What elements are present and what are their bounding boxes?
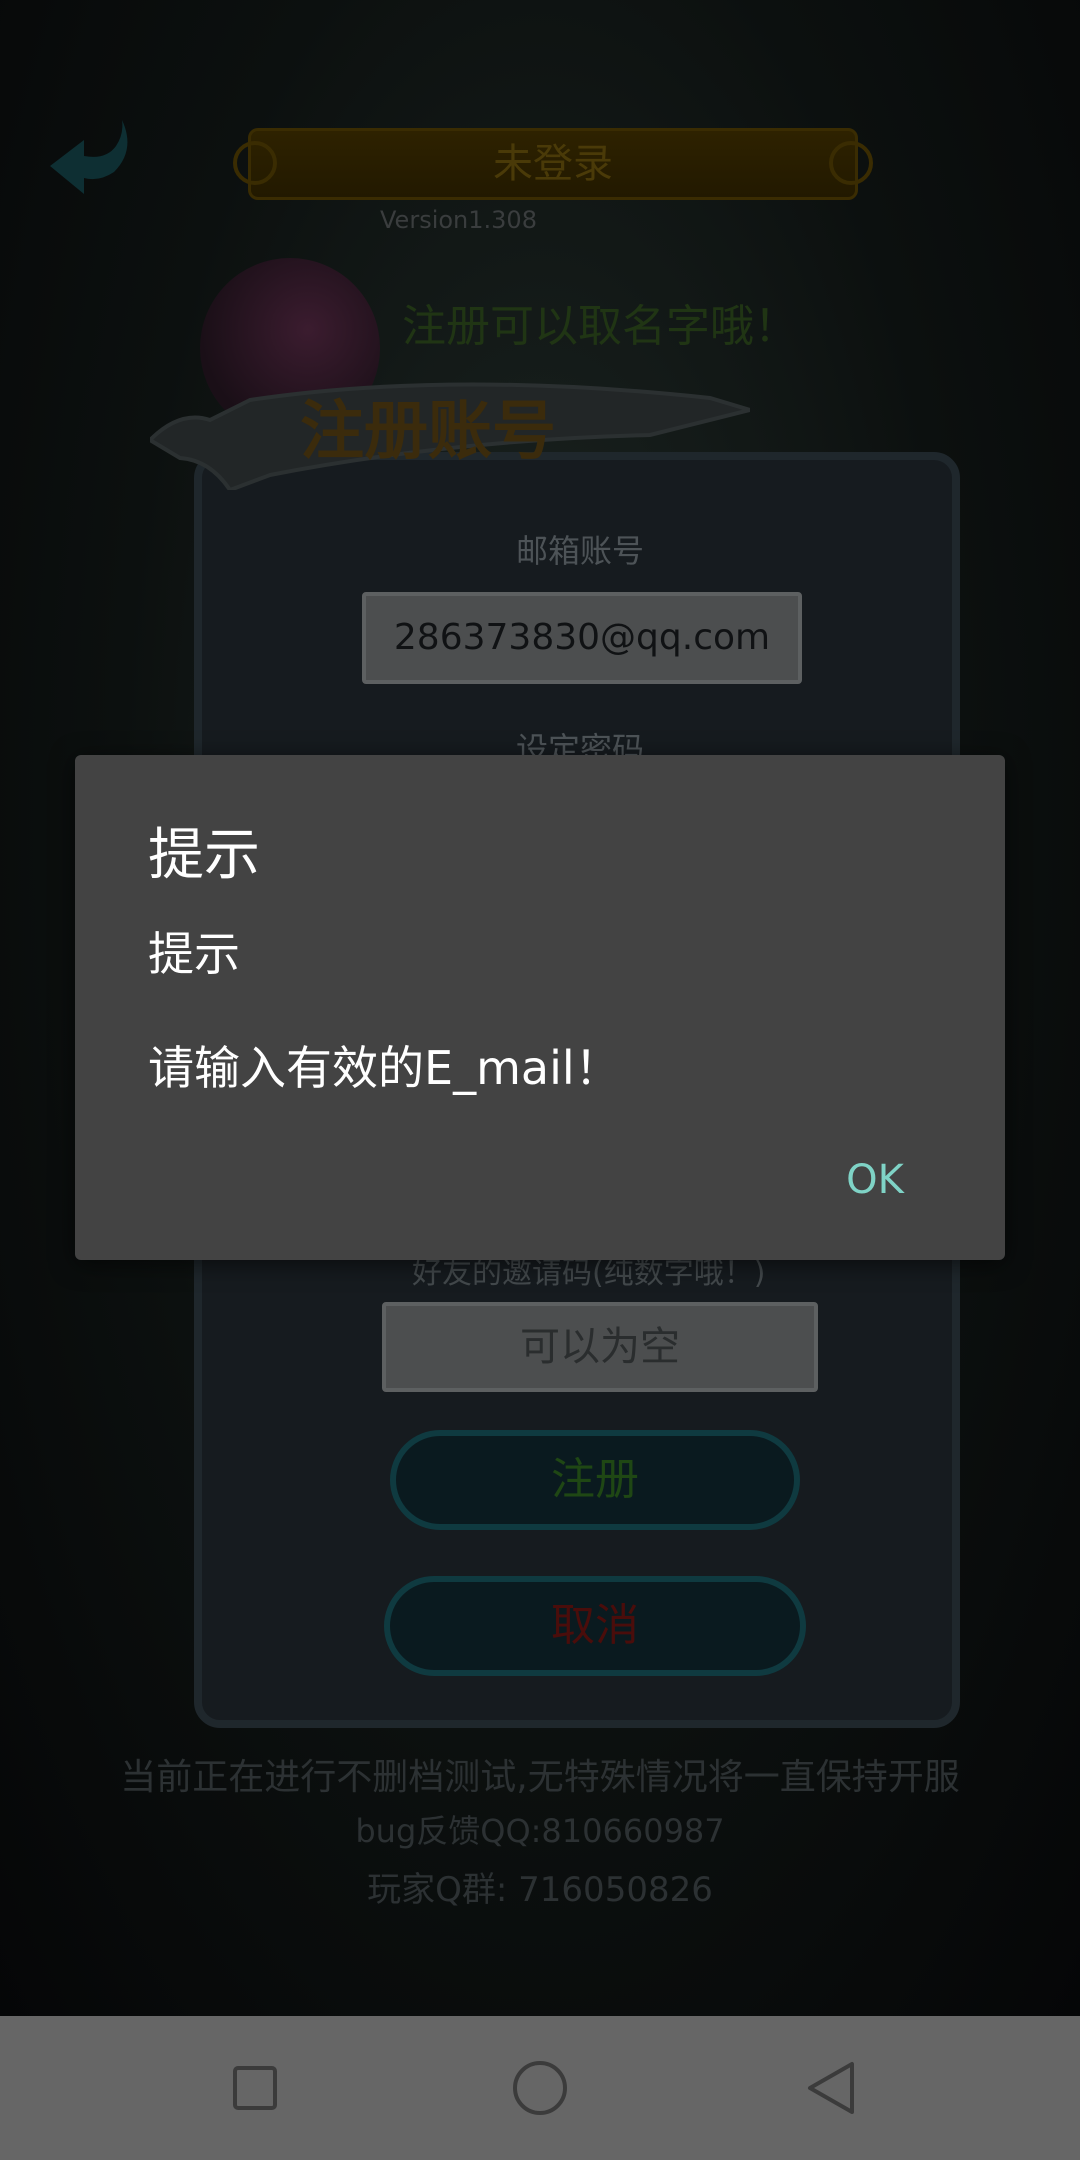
recents-icon[interactable] xyxy=(205,2038,305,2138)
cancel-button[interactable]: 取消 xyxy=(384,1576,806,1676)
home-icon[interactable] xyxy=(490,2038,590,2138)
login-status-text: 未登录 xyxy=(493,141,613,187)
navigation-bar xyxy=(0,2016,1080,2160)
back-arrow-icon[interactable] xyxy=(44,110,144,210)
bug-feedback-text: bug反馈QQ:810660987 xyxy=(355,1812,725,1850)
dialog-subtitle: 提示 xyxy=(148,927,240,981)
test-notice-text: 当前正在进行不删档测试,无特殊情况将一直保持开服 xyxy=(120,1757,960,1798)
player-group-text: 玩家Q群: 716050826 xyxy=(367,1870,713,1910)
banner-curl-left-icon xyxy=(233,141,277,185)
email-label: 邮箱账号 xyxy=(516,532,645,570)
dialog-message: 请输入有效的E_mail！ xyxy=(148,1041,621,1095)
dialog-title: 提示 xyxy=(148,823,260,888)
ok-button[interactable]: OK xyxy=(820,1148,930,1212)
login-status-banner: 未登录 xyxy=(233,128,873,200)
register-title: 注册账号 xyxy=(300,395,556,469)
register-button[interactable]: 注册 xyxy=(390,1430,800,1530)
invite-code-field[interactable]: 可以为空 xyxy=(382,1302,818,1392)
banner-curl-right-icon xyxy=(829,141,873,185)
back-icon[interactable] xyxy=(780,2038,880,2138)
tagline-text: 注册可以取名字哦！ xyxy=(402,301,798,352)
version-text: Version1.308 xyxy=(380,206,537,234)
email-field[interactable]: 286373830@qq.com xyxy=(362,592,802,684)
